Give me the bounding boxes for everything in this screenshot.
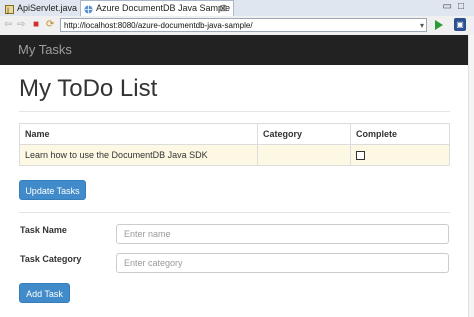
maximize-icon[interactable]: □ bbox=[458, 1, 470, 12]
task-name-input[interactable]: Enter name bbox=[116, 224, 449, 244]
window-controls: ▭□ bbox=[443, 1, 471, 12]
table-header-row: Name Category Complete bbox=[19, 123, 450, 145]
minimize-icon[interactable]: ▭ bbox=[443, 1, 458, 12]
column-header-name: Name bbox=[19, 123, 258, 145]
task-category-label: Task Category bbox=[20, 254, 82, 264]
divider bbox=[19, 212, 450, 213]
editor-tab-bar: J ApiServlet.java Azure DocumentDB Java … bbox=[0, 0, 474, 17]
stop-icon[interactable]: ■ bbox=[33, 19, 39, 31]
page-content: My ToDo List Name Category Complete Lear… bbox=[0, 65, 468, 317]
browser-tab-icon bbox=[84, 4, 93, 14]
tab-label: Azure DocumentDB Java Sample bbox=[96, 3, 231, 13]
chevron-down-icon[interactable]: ▾ bbox=[420, 19, 424, 33]
url-input[interactable]: http://localhost:8080/azure-documentdb-j… bbox=[60, 18, 427, 32]
top-navbar: My Tasks bbox=[0, 35, 468, 65]
browser-toolbar: ⇦ ⇨ ■ ⟳ http://localhost:8080/azure-docu… bbox=[0, 16, 474, 36]
go-icon[interactable] bbox=[435, 20, 443, 30]
java-file-icon: J bbox=[5, 4, 14, 15]
close-tab-icon[interactable]: ⊠ bbox=[219, 1, 227, 16]
svg-text:J: J bbox=[6, 7, 9, 15]
tasks-table: Name Category Complete Learn how to use … bbox=[19, 123, 450, 166]
task-name-label: Task Name bbox=[20, 225, 67, 235]
complete-checkbox[interactable] bbox=[356, 151, 365, 161]
task-name-cell: Learn how to use the DocumentDB Java SDK bbox=[19, 144, 258, 166]
update-tasks-button[interactable]: Update Tasks bbox=[19, 180, 86, 200]
column-header-complete: Complete bbox=[350, 123, 450, 145]
page-title: My ToDo List bbox=[19, 75, 158, 102]
task-complete-cell bbox=[350, 144, 450, 166]
task-category-input[interactable]: Enter category bbox=[116, 253, 449, 273]
tab-azure-documentdb[interactable]: Azure DocumentDB Java Sample ⊠ bbox=[80, 0, 234, 17]
navbar-brand[interactable]: My Tasks bbox=[18, 42, 72, 57]
forward-icon[interactable]: ⇨ bbox=[17, 19, 25, 31]
column-header-category: Category bbox=[257, 123, 351, 145]
back-icon[interactable]: ⇦ bbox=[4, 19, 12, 31]
divider bbox=[19, 111, 450, 112]
tab-apiservlet[interactable]: J ApiServlet.java bbox=[2, 1, 78, 15]
vertical-scrollbar[interactable] bbox=[468, 35, 474, 317]
external-browser-icon[interactable]: ▣ bbox=[454, 18, 466, 31]
add-task-button[interactable]: Add Task bbox=[19, 283, 70, 303]
tab-label: ApiServlet.java bbox=[17, 3, 78, 13]
table-row: Learn how to use the DocumentDB Java SDK bbox=[19, 144, 450, 166]
refresh-icon[interactable]: ⟳ bbox=[46, 19, 54, 31]
url-text: http://localhost:8080/azure-documentdb-j… bbox=[64, 21, 253, 30]
task-category-cell bbox=[257, 144, 351, 166]
